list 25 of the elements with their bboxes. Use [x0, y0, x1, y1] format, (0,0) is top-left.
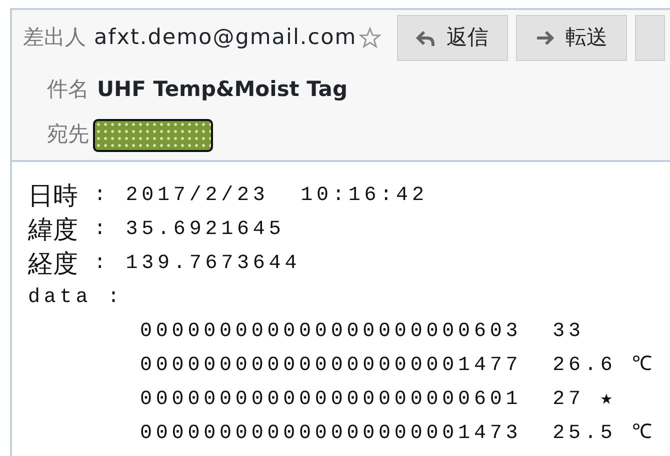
field-label: 日時 — [28, 180, 78, 212]
field-label: 緯度 — [28, 214, 78, 246]
tag-value: 25.5 ℃ — [552, 421, 656, 447]
tag-id: 000000000000000000001477 — [140, 353, 522, 379]
from-label: 差出人 — [23, 24, 86, 52]
tag-id: 000000000000000000000601 — [140, 387, 522, 413]
field-value: : 2017/2/23 10:16:42 — [92, 183, 428, 209]
subject-text: UHF Temp&Moist Tag — [97, 76, 348, 104]
forward-button[interactable]: 転送 — [516, 15, 627, 61]
data-label: data : — [28, 286, 124, 309]
subject-label: 件名 — [47, 76, 89, 104]
reply-arrow-icon — [416, 28, 435, 48]
tag-value: 33 — [552, 319, 584, 345]
tag-id: 000000000000000000001473 — [140, 421, 522, 447]
star-icon[interactable] — [358, 27, 381, 49]
field-value: : 35.6921645 — [92, 217, 285, 243]
right-arrow-icon — [534, 28, 554, 48]
sender-address[interactable]: afxt.demo@gmail.com — [94, 22, 357, 54]
reply-button[interactable]: 返信 — [396, 15, 508, 61]
field-value: : 139.7673644 — [92, 251, 301, 277]
tag-value: 26.6 ℃ — [552, 353, 656, 379]
field-label: 経度 — [28, 248, 78, 280]
tag-value: 27 ★ — [552, 387, 616, 413]
tag-id: 000000000000000000000603 — [140, 319, 522, 345]
to-label: 宛先 — [47, 121, 89, 148]
